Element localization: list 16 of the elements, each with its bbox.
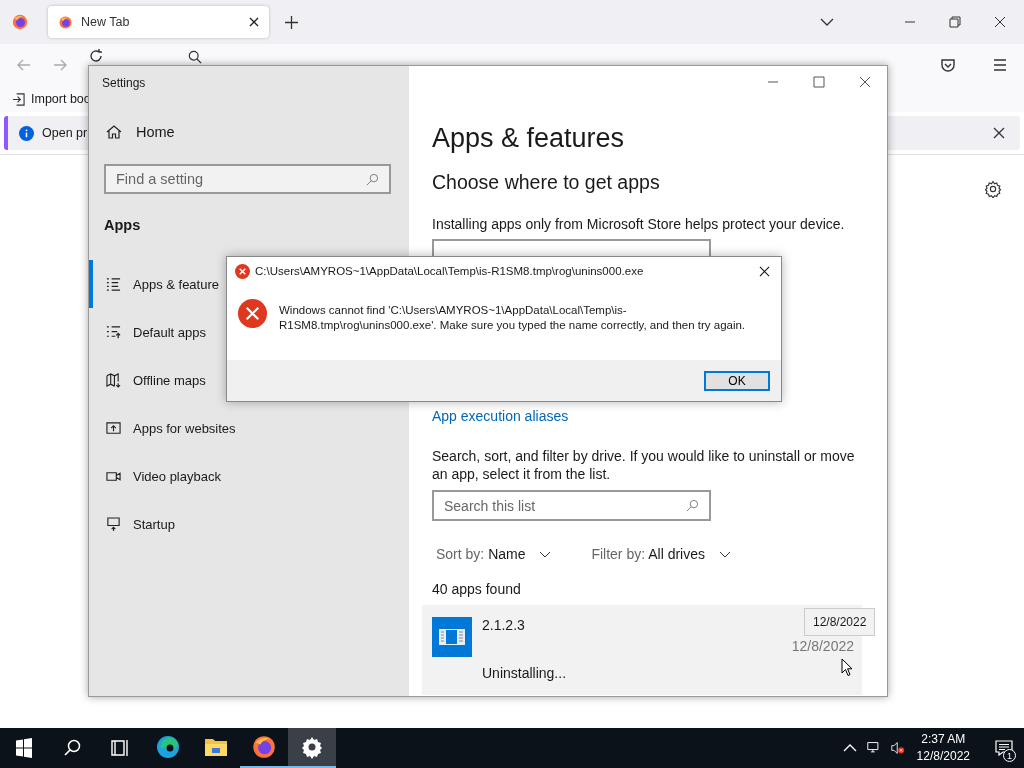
- notification-badge: 1: [1003, 749, 1016, 762]
- section-heading: Apps: [104, 217, 141, 233]
- apps-count: 40 apps found: [432, 581, 521, 597]
- description-text: Search, sort, and filter by drive. If you would like to uninstall or move an app, select it from the list.: [432, 447, 856, 483]
- error-message: Windows cannot find 'C:\Users\AMYROS~1\AppData\Local\Temp\is-R1SM8.tmp\rog\unins000.exe'. Make sure you typed the name correctly, and then try again.: [279, 303, 747, 333]
- app-date: 12/8/2022: [791, 638, 854, 654]
- notification-text: Open pr: [42, 126, 88, 140]
- page-heading: Apps & features: [432, 123, 625, 154]
- tab-title: New Tab: [81, 15, 131, 29]
- dialog-title: C:\Users\AMYROS~1\AppData\Local\Temp\is-R1SM8.tmp\rog\unins000.exe: [255, 265, 644, 277]
- intro-text: Installing apps only from Microsoft Store helps protect your device.: [432, 216, 845, 232]
- app-status: Uninstalling...: [482, 665, 568, 681]
- section-heading: Choose where to get apps: [432, 171, 660, 194]
- app-name: 2.1.2.3: [482, 617, 526, 633]
- date-tooltip: 12/8/2022: [804, 608, 876, 636]
- window-title: Settings: [102, 76, 146, 90]
